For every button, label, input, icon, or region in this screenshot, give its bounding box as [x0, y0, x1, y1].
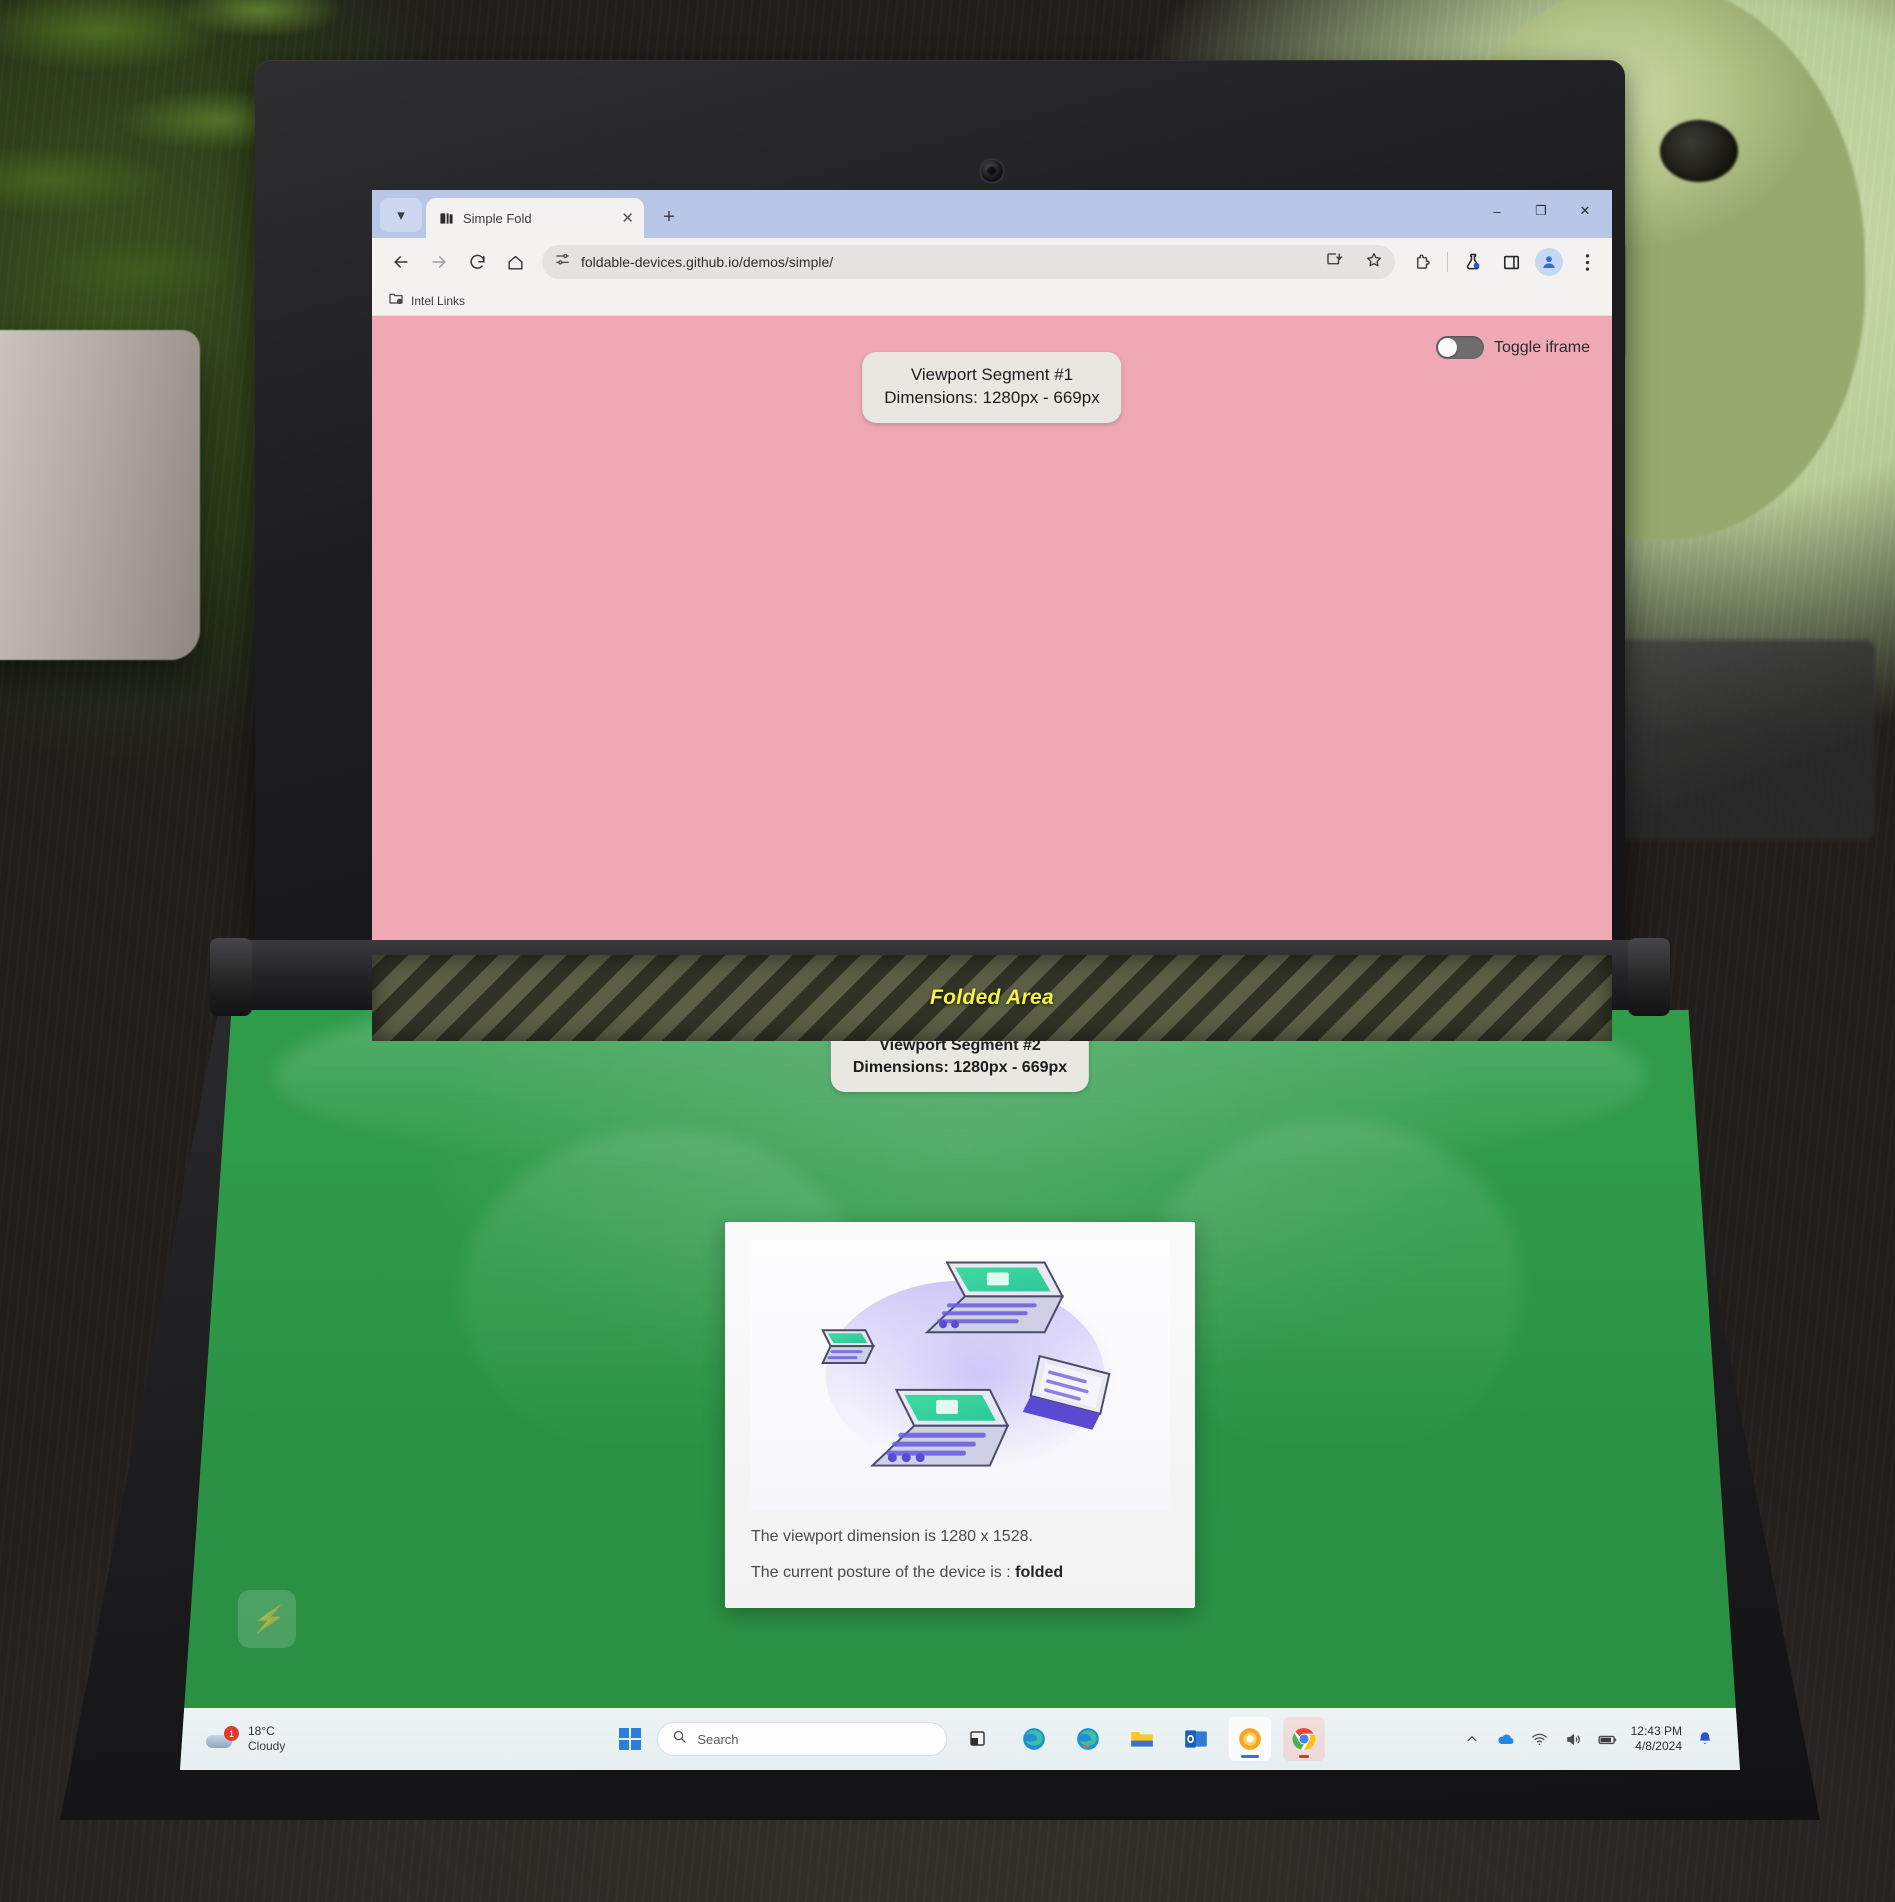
taskbar-app-chrome[interactable] — [1283, 1717, 1326, 1761]
device-posture-prefix: The current posture of the device is : — [751, 1564, 1016, 1581]
browser-toolbar: foldable-devices.github.io/demos/simple/ — [372, 238, 1612, 286]
tab-close-icon[interactable]: ✕ — [621, 211, 634, 226]
managed-folder-icon — [388, 290, 404, 311]
illustration-svg — [821, 1261, 1111, 1470]
search-icon — [672, 1729, 687, 1749]
profile-avatar-icon[interactable] — [1532, 245, 1566, 279]
side-panel-icon[interactable] — [1494, 245, 1528, 279]
windows-taskbar: 1 18°C Cloudy Search 12:43 PM 4/8/2024 — [180, 1708, 1740, 1770]
wifi-icon[interactable] — [1529, 1728, 1551, 1750]
back-arrow-icon[interactable] — [384, 245, 418, 279]
browser-tab-strip: ▾ Simple Fold ✕ + – ❐ ✕ — [372, 190, 1612, 238]
device-info-card: The viewport dimension is 1280 x 1528. T… — [725, 1222, 1195, 1608]
foldable-laptop: ▾ Simple Fold ✕ + – ❐ ✕ foldable-devices… — [60, 60, 1820, 1850]
segment-1-badge: Viewport Segment #1 Dimensions: 1280px -… — [862, 352, 1122, 423]
bookmark-item-intel-links[interactable]: Intel Links — [411, 294, 465, 308]
hinge-cap-left — [210, 938, 252, 1016]
window-controls: – ❐ ✕ — [1476, 196, 1606, 226]
weather-cloud-icon: 1 — [206, 1726, 240, 1752]
reload-icon[interactable] — [460, 245, 494, 279]
clock-date: 4/8/2024 — [1635, 1739, 1682, 1753]
avatar[interactable] — [1535, 248, 1563, 276]
device-posture-value: folded — [1015, 1564, 1064, 1581]
puzzle-piece-icon[interactable] — [1405, 245, 1439, 279]
weather-condition: Cloudy — [248, 1739, 286, 1753]
viewport-segment-1: Viewport Segment #1 Dimensions: 1280px -… — [372, 316, 1612, 970]
install-app-icon[interactable] — [1325, 251, 1343, 274]
new-tab-plus-icon[interactable]: + — [652, 200, 686, 234]
taskbar-search-input[interactable]: Search — [657, 1722, 948, 1756]
maximize-button[interactable]: ❐ — [1520, 196, 1562, 226]
weather-temperature: 18°C — [248, 1724, 275, 1738]
weather-text: 18°C Cloudy — [248, 1724, 285, 1754]
url-text: foldable-devices.github.io/demos/simple/ — [581, 254, 834, 270]
lower-display: Viewport Segment #2 Dimensions: 1280px -… — [180, 1010, 1740, 1770]
forward-arrow-icon[interactable] — [422, 245, 456, 279]
speaker-icon[interactable] — [1563, 1728, 1585, 1750]
tab-title: Simple Fold — [463, 210, 532, 226]
segment-2-dimensions: Dimensions: 1280px - 669px — [852, 1059, 1068, 1077]
browser-tab[interactable]: Simple Fold ✕ — [426, 198, 644, 238]
shortcut-badge-icon[interactable]: ⚡ — [238, 1590, 296, 1648]
taskbar-running-indicator — [1241, 1755, 1260, 1758]
segment-1-title: Viewport Segment #1 — [910, 365, 1074, 384]
taskbar-weather-widget[interactable]: 1 18°C Cloudy — [180, 1724, 480, 1754]
close-window-button[interactable]: ✕ — [1564, 196, 1606, 226]
taskbar-active-indicator — [1299, 1755, 1310, 1758]
folded-area-strip: Folded Area — [372, 955, 1612, 1041]
star-icon[interactable] — [1365, 251, 1383, 274]
windows-start-icon[interactable] — [615, 1724, 645, 1754]
book-favicon — [438, 210, 454, 226]
toggle-iframe-label: Toggle iframe — [1493, 338, 1590, 356]
taskbar-app-task-view[interactable] — [959, 1717, 1001, 1761]
toolbar-divider — [1447, 252, 1448, 272]
toggle-iframe-switch[interactable] — [1435, 336, 1484, 359]
clock-time: 12:43 PM — [1630, 1724, 1682, 1738]
taskbar-app-file-explorer[interactable] — [1121, 1717, 1163, 1761]
home-icon[interactable] — [498, 245, 532, 279]
weather-notification-badge: 1 — [224, 1726, 239, 1741]
minimize-button[interactable]: – — [1476, 196, 1518, 226]
taskbar-app-edge[interactable] — [1013, 1717, 1055, 1761]
three-dot-menu-icon[interactable] — [1570, 245, 1604, 279]
folded-area-label: Folded Area — [930, 986, 1054, 1009]
screen-glare-right — [1147, 1120, 1522, 1460]
experiment-flask-icon[interactable] — [1456, 245, 1490, 279]
taskbar-app-outlook[interactable] — [1175, 1717, 1217, 1761]
search-placeholder: Search — [697, 1731, 739, 1747]
bookmarks-bar: Intel Links — [372, 286, 1612, 316]
viewport-segment-2: Viewport Segment #2 Dimensions: 1280px -… — [180, 1010, 1740, 1770]
segment-1-dimensions: Dimensions: 1280px - 669px — [884, 388, 1100, 408]
taskbar-clock[interactable]: 12:43 PM 4/8/2024 — [1631, 1724, 1682, 1754]
toggle-iframe-control[interactable]: Toggle iframe — [1435, 336, 1590, 359]
foldable-devices-illustration — [751, 1240, 1169, 1510]
tune-icon[interactable] — [554, 251, 571, 273]
desk-photo-scene: ▾ Simple Fold ✕ + – ❐ ✕ foldable-devices… — [0, 0, 1895, 1902]
taskbar-app-edge-dev[interactable] — [1067, 1717, 1109, 1761]
tab-search-chevron-down-icon[interactable]: ▾ — [380, 198, 422, 232]
mic-dot-right — [987, 166, 997, 176]
taskbar-system-tray: 12:43 PM 4/8/2024 — [1461, 1724, 1740, 1754]
battery-icon[interactable] — [1597, 1728, 1619, 1750]
toggle-knob — [1437, 338, 1457, 357]
bell-icon[interactable] — [1694, 1728, 1716, 1750]
taskbar-center: Search — [480, 1717, 1461, 1761]
upper-display: ▾ Simple Fold ✕ + – ❐ ✕ foldable-devices… — [372, 190, 1612, 970]
webcam-bar — [372, 152, 1612, 190]
hinge-cap-right — [1628, 938, 1670, 1016]
viewport-dimension-text: The viewport dimension is 1280 x 1528. — [751, 1528, 1033, 1545]
onedrive-cloud-icon[interactable] — [1495, 1728, 1517, 1750]
chevron-up-icon[interactable] — [1461, 1728, 1483, 1750]
taskbar-app-chrome-canary[interactable] — [1229, 1717, 1272, 1761]
device-posture-text: The current posture of the device is : f… — [751, 1564, 1169, 1582]
address-bar[interactable]: foldable-devices.github.io/demos/simple/ — [542, 245, 1395, 279]
